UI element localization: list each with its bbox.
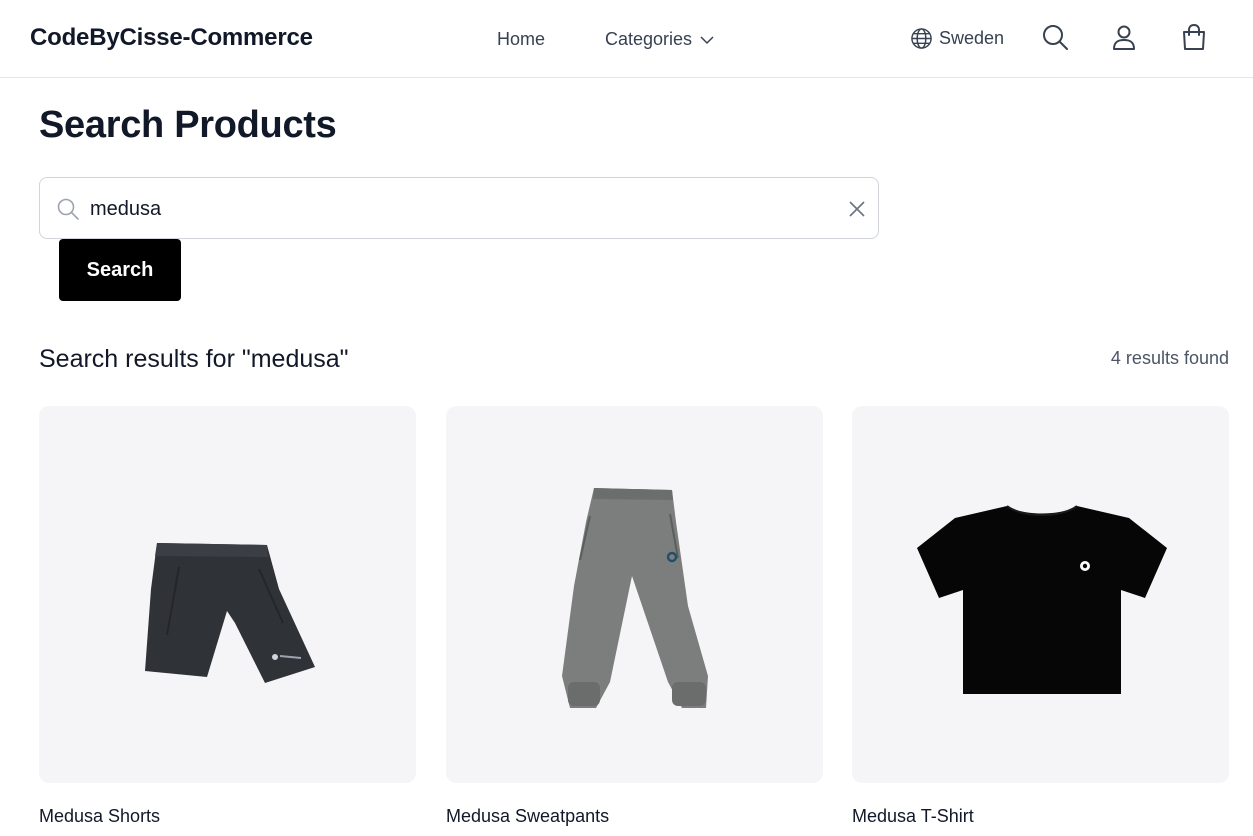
- header-search-button[interactable]: [1040, 22, 1070, 52]
- account-button[interactable]: [1109, 22, 1139, 52]
- product-card[interactable]: Medusa Shorts: [39, 406, 416, 826]
- product-image[interactable]: [446, 406, 823, 783]
- chevron-down-icon: [700, 35, 714, 44]
- product-image[interactable]: [852, 406, 1229, 783]
- cart-button[interactable]: [1179, 22, 1209, 52]
- region-label: Sweden: [939, 28, 1005, 48]
- search-icon: [57, 198, 79, 220]
- site-header: CodeByCisse-Commerce Home Categories Swe…: [0, 0, 1253, 78]
- search-field[interactable]: [39, 177, 879, 239]
- product-name[interactable]: Medusa Sweatpants: [446, 806, 609, 827]
- results-count: 4 results found: [1110, 348, 1229, 368]
- nav-categories-dropdown[interactable]: Categories: [605, 29, 714, 50]
- sweatpants-image: [562, 488, 708, 708]
- brand-logo[interactable]: CodeByCisse-Commerce: [30, 24, 313, 52]
- product-name[interactable]: Medusa T-Shirt: [852, 806, 974, 827]
- search-button[interactable]: Search: [59, 239, 181, 301]
- user-icon: [1113, 25, 1135, 50]
- region-selector[interactable]: Sweden: [910, 27, 1004, 50]
- globe-icon: [911, 28, 932, 49]
- tshirt-image: [917, 505, 1167, 694]
- product-card[interactable]: Medusa Sweatpants: [446, 406, 823, 826]
- product-name[interactable]: Medusa Shorts: [39, 806, 160, 827]
- search-input[interactable]: [90, 190, 830, 228]
- cart-icon: [1183, 23, 1205, 50]
- search-icon: [1043, 25, 1068, 50]
- results-heading: Search results for "medusa": [39, 345, 349, 373]
- nav-categories-label: Categories: [605, 29, 693, 49]
- shorts-image: [145, 543, 315, 683]
- product-image[interactable]: [39, 406, 416, 783]
- nav-home-link[interactable]: Home: [497, 29, 545, 50]
- clear-icon[interactable]: [846, 198, 868, 220]
- product-card[interactable]: Medusa T-Shirt: [852, 406, 1229, 826]
- page-title: Search Products: [39, 104, 337, 146]
